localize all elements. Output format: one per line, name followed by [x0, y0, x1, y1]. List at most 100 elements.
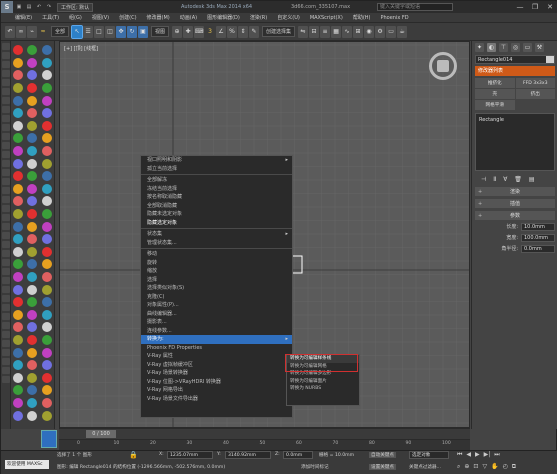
- keyboard-shortcut-icon[interactable]: ⌨: [194, 25, 205, 38]
- quad-menu-item[interactable]: 孤立当前选择: [141, 165, 292, 174]
- menu-group[interactable]: 组(G): [69, 14, 82, 21]
- plugin-tool-icon[interactable]: [41, 57, 52, 68]
- strip-tool-icon[interactable]: [2, 268, 10, 275]
- plugin-tool-icon[interactable]: [13, 322, 24, 333]
- quad-menu-item[interactable]: 对象属性(P)...: [141, 301, 292, 310]
- modifier-list-dropdown[interactable]: 修改器列表: [475, 66, 555, 76]
- plugin-tool-icon[interactable]: [13, 57, 24, 68]
- plugin-tool-icon[interactable]: [41, 45, 52, 56]
- link-icon[interactable]: ∞: [16, 25, 26, 38]
- selected-dropdown[interactable]: 选定对象: [409, 451, 449, 459]
- plugin-tool-icon[interactable]: [13, 259, 24, 270]
- align-icon[interactable]: ⊟: [309, 25, 320, 38]
- strip-tool-icon[interactable]: [2, 367, 10, 374]
- plugin-tool-icon[interactable]: [27, 271, 38, 282]
- viewcube-icon[interactable]: [429, 52, 457, 80]
- plugin-tool-icon[interactable]: [27, 158, 38, 169]
- menu-graph-editors[interactable]: 图形编辑器(D): [207, 14, 240, 21]
- quad-menu-item[interactable]: 全部解冻: [141, 176, 292, 185]
- plugin-tool-icon[interactable]: [27, 246, 38, 257]
- plugin-tool-icon[interactable]: [13, 70, 24, 81]
- quad-menu-item[interactable]: Phoenix FD Properties: [141, 344, 292, 353]
- named-selection-dropdown[interactable]: 创建选择集: [262, 26, 296, 37]
- plugin-tool-icon[interactable]: [13, 410, 24, 421]
- schematic-view-icon[interactable]: ⊞: [353, 25, 364, 38]
- angle-snap-icon[interactable]: ∠: [216, 25, 227, 38]
- menu-modifiers[interactable]: 修改器(M): [147, 14, 170, 21]
- prev-frame-icon[interactable]: ◀: [466, 451, 471, 459]
- quad-menu-item[interactable]: 连线参数...: [141, 327, 292, 336]
- plugin-tool-icon[interactable]: [27, 108, 38, 119]
- plugin-tool-icon[interactable]: [27, 45, 38, 56]
- strip-tool-icon[interactable]: [2, 259, 10, 266]
- render-setup-icon[interactable]: ⚙: [375, 25, 386, 38]
- menu-create[interactable]: 创建(C): [119, 14, 136, 21]
- strip-tool-icon[interactable]: [2, 61, 10, 68]
- quad-menu-item[interactable]: 按名称取消隐藏: [141, 193, 292, 202]
- quad-menu-item[interactable]: V-Ray 网格导出: [141, 386, 292, 395]
- strip-tool-icon[interactable]: [2, 214, 10, 221]
- plugin-tool-icon[interactable]: [41, 246, 52, 257]
- plugin-tool-icon[interactable]: [13, 108, 24, 119]
- object-name-field[interactable]: Rectangle014: [475, 55, 555, 64]
- menu-help[interactable]: 帮助(H): [353, 14, 371, 21]
- plugin-tool-icon[interactable]: [27, 322, 38, 333]
- fov-icon[interactable]: ▽: [482, 463, 487, 471]
- viewport-layout-button[interactable]: [41, 430, 57, 448]
- plugin-tool-icon[interactable]: [13, 221, 24, 232]
- set-key-button[interactable]: 设置关键点: [369, 464, 396, 470]
- strip-tool-icon[interactable]: [2, 250, 10, 257]
- plugin-tool-icon[interactable]: [27, 133, 38, 144]
- quad-menu-item[interactable]: 缩放: [141, 267, 292, 276]
- plugin-tool-icon[interactable]: [41, 259, 52, 270]
- plugin-tool-icon[interactable]: [41, 83, 52, 94]
- plugin-tool-icon[interactable]: [13, 284, 24, 295]
- plugin-tool-icon[interactable]: [27, 334, 38, 345]
- quad-menu-item[interactable]: V-Ray 属性: [141, 352, 292, 361]
- plugin-tool-icon[interactable]: [13, 83, 24, 94]
- workspace-dropdown[interactable]: 工作区: 默认: [57, 2, 94, 12]
- plugin-tool-icon[interactable]: [13, 196, 24, 207]
- strip-tool-icon[interactable]: [2, 133, 10, 140]
- plugin-tool-icon[interactable]: [41, 209, 52, 220]
- curve-editor-icon[interactable]: ∿: [342, 25, 353, 38]
- plugin-tool-icon[interactable]: [41, 322, 52, 333]
- quad-menu-item[interactable]: 管理状态集...: [141, 239, 292, 248]
- hierarchy-tab-icon[interactable]: ⊤: [499, 42, 508, 52]
- plugin-tool-icon[interactable]: [27, 183, 38, 194]
- coord-z-field[interactable]: 0.0mm: [283, 451, 313, 459]
- plugin-tool-icon[interactable]: [41, 410, 52, 421]
- modifier-button[interactable]: 挤出: [515, 89, 555, 99]
- strip-tool-icon[interactable]: [2, 277, 10, 284]
- quad-menu-item[interactable]: V-Ray 位图->VRayHDRI 转换器: [141, 378, 292, 387]
- close-icon[interactable]: ✕: [544, 2, 556, 11]
- plugin-tool-icon[interactable]: [27, 397, 38, 408]
- render-icon[interactable]: ☕: [397, 25, 408, 38]
- quad-menu-item[interactable]: 转换为: ▸: [141, 335, 292, 344]
- param-value-field[interactable]: 0.0mm: [521, 244, 555, 253]
- move-icon[interactable]: ✥: [116, 25, 127, 38]
- pan-icon[interactable]: ✋: [491, 463, 498, 471]
- strip-tool-icon[interactable]: [2, 124, 10, 131]
- strip-tool-icon[interactable]: [2, 223, 10, 230]
- auto-key-button[interactable]: 自动关键点: [369, 452, 396, 458]
- quad-menu-item[interactable]: V-Ray 场景文件导出器: [141, 395, 292, 404]
- restore-icon[interactable]: ❐: [529, 2, 541, 11]
- strip-tool-icon[interactable]: [2, 169, 10, 176]
- goto-end-icon[interactable]: ⏭: [494, 451, 499, 459]
- quad-menu-item[interactable]: 旋转: [141, 259, 292, 268]
- strip-tool-icon[interactable]: [2, 151, 10, 158]
- zoom-all-icon[interactable]: ⊕: [464, 463, 469, 471]
- strip-tool-icon[interactable]: [2, 349, 10, 356]
- plugin-tool-icon[interactable]: [41, 297, 52, 308]
- strip-tool-icon[interactable]: [2, 241, 10, 248]
- submenu-item[interactable]: 转换为 NURBS: [287, 385, 359, 393]
- plugin-tool-icon[interactable]: [41, 95, 52, 106]
- modifier-button[interactable]: FFD 3x3x3: [515, 78, 555, 88]
- plugin-tool-icon[interactable]: [41, 360, 52, 371]
- graphite-ribbon-icon[interactable]: ▦: [331, 25, 342, 38]
- plugin-tool-icon[interactable]: [13, 309, 24, 320]
- plugin-tool-icon[interactable]: [41, 196, 52, 207]
- strip-tool-icon[interactable]: [2, 106, 10, 113]
- configure-sets-icon[interactable]: ▤: [529, 176, 535, 183]
